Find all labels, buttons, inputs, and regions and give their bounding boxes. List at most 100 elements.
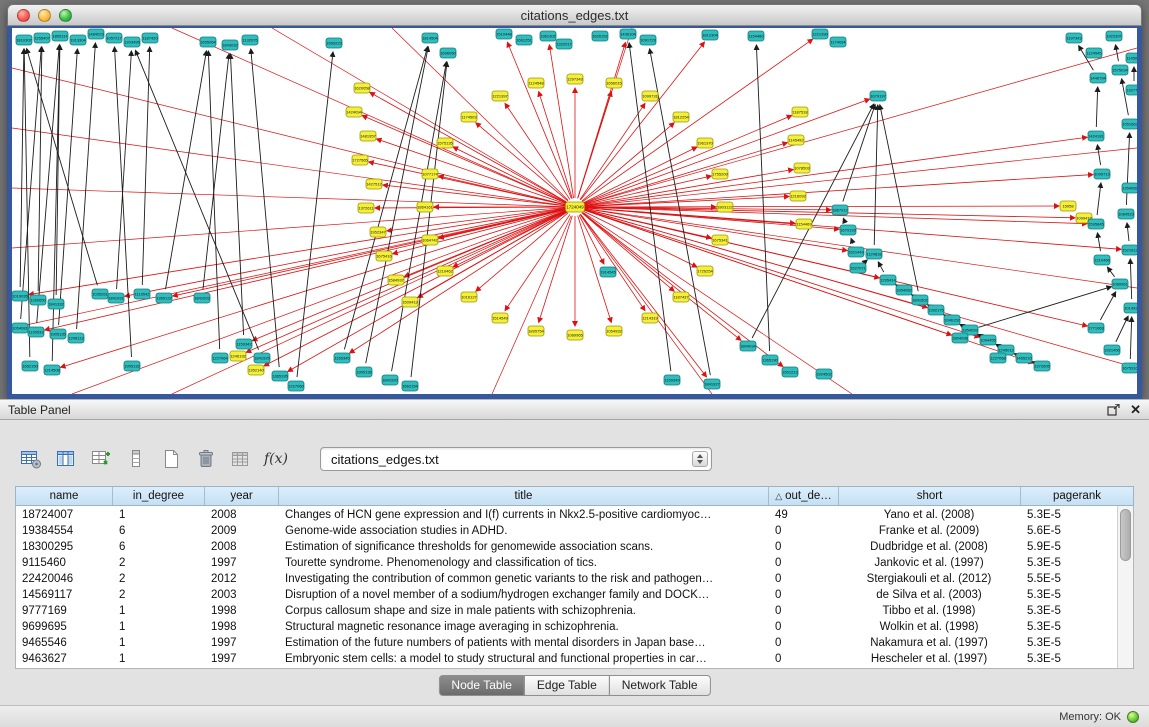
graph-node[interactable] <box>124 37 140 47</box>
graph-node[interactable] <box>272 371 288 381</box>
graph-node[interactable] <box>358 203 374 213</box>
column-icon[interactable] <box>123 446 149 472</box>
graph-node[interactable] <box>492 313 508 323</box>
graph-node[interactable] <box>48 299 64 309</box>
import-table-icon[interactable] <box>228 446 254 472</box>
graph-node[interactable] <box>712 169 728 179</box>
graph-node[interactable] <box>516 35 532 45</box>
graph-node[interactable] <box>1088 131 1104 141</box>
graph-node[interactable] <box>792 107 808 117</box>
graph-node[interactable] <box>142 33 158 43</box>
graph-node[interactable] <box>556 39 572 49</box>
graph-node[interactable] <box>980 335 996 345</box>
graph-node[interactable] <box>382 375 398 385</box>
graph-node[interactable] <box>1104 345 1120 355</box>
graph-node[interactable] <box>461 292 477 302</box>
graph-node[interactable] <box>832 205 848 215</box>
graph-node[interactable] <box>1094 169 1110 179</box>
graph-node[interactable] <box>437 138 453 148</box>
graph-node[interactable] <box>70 35 86 45</box>
table-row[interactable]: 946362711997Embryonic stem cells: a mode… <box>16 651 1117 667</box>
graph-node[interactable] <box>928 305 944 315</box>
graph-node[interactable] <box>952 333 968 343</box>
column-header-out_de[interactable]: △out_de… <box>769 487 839 505</box>
graph-node[interactable] <box>1088 219 1104 229</box>
float-window-icon[interactable] <box>1107 404 1120 416</box>
graph-node[interactable] <box>600 267 616 277</box>
graph-node[interactable] <box>194 293 210 303</box>
graph-node[interactable] <box>704 379 720 389</box>
graph-node[interactable] <box>717 202 733 212</box>
table-row[interactable]: 2242004622012Investigating the contribut… <box>16 571 1117 587</box>
graph-node[interactable] <box>16 35 32 45</box>
graph-node[interactable] <box>376 251 392 261</box>
graph-node[interactable] <box>12 323 28 333</box>
graph-node[interactable] <box>326 38 342 48</box>
graph-node[interactable] <box>748 31 764 41</box>
graph-node[interactable] <box>1124 303 1137 313</box>
graph-node[interactable] <box>422 235 438 245</box>
graph-node[interactable] <box>606 326 622 336</box>
graph-node[interactable] <box>990 353 1006 363</box>
table-row[interactable]: 977716911998Corpus callosum shape and si… <box>16 603 1117 619</box>
graph-node[interactable] <box>528 326 544 336</box>
graph-node[interactable] <box>673 112 689 122</box>
table-row[interactable]: 1456911722003Disruption of a novel membe… <box>16 587 1117 603</box>
new-file-icon[interactable] <box>158 446 184 472</box>
graph-node[interactable] <box>697 266 713 276</box>
graph-node[interactable] <box>388 275 404 285</box>
graph-node[interactable] <box>108 293 124 303</box>
graph-node[interactable] <box>528 78 544 88</box>
graph-node[interactable] <box>370 227 386 237</box>
graph-node[interactable] <box>848 247 864 257</box>
graph-node[interactable] <box>440 48 456 58</box>
graph-node[interactable] <box>697 138 713 148</box>
column-header-title[interactable]: title <box>279 487 769 505</box>
graph-node[interactable] <box>402 381 418 391</box>
graph-node[interactable] <box>1118 209 1134 219</box>
graph-node[interactable] <box>1126 53 1137 63</box>
graph-node[interactable] <box>1122 119 1137 129</box>
graph-node[interactable] <box>1086 48 1102 58</box>
graph-node[interactable] <box>1060 201 1076 211</box>
close-panel-icon[interactable]: ✕ <box>1130 403 1141 416</box>
graph-node[interactable] <box>236 339 252 349</box>
graph-node[interactable] <box>124 361 140 371</box>
graph-node[interactable] <box>334 353 350 363</box>
graph-node[interactable] <box>592 31 608 41</box>
graph-node[interactable] <box>1112 279 1128 289</box>
graph-node[interactable] <box>1126 85 1137 95</box>
table-settings-icon[interactable] <box>18 446 44 472</box>
graph-node[interactable] <box>866 249 882 259</box>
table-row[interactable]: 969969511998Structural magnetic resonanc… <box>16 619 1117 635</box>
graph-node[interactable] <box>422 33 438 43</box>
graph-node[interactable] <box>640 35 656 45</box>
graph-node[interactable] <box>254 353 270 363</box>
graph-node[interactable] <box>417 202 433 212</box>
graph-node[interactable] <box>402 297 418 307</box>
graph-node[interactable] <box>352 155 368 165</box>
graph-node[interactable] <box>1090 73 1106 83</box>
graph-node[interactable] <box>88 29 104 39</box>
scrollbar-thumb[interactable] <box>1120 509 1131 561</box>
graph-node[interactable] <box>567 74 583 84</box>
edit-table-icon[interactable] <box>88 446 114 472</box>
chevron-updown-icon[interactable] <box>692 451 708 467</box>
graph-node[interactable] <box>1034 361 1050 371</box>
graph-node[interactable] <box>642 313 658 323</box>
graph-node[interactable] <box>740 341 756 351</box>
graph-node[interactable] <box>1112 65 1128 75</box>
graph-node[interactable] <box>702 30 718 40</box>
graph-node[interactable] <box>461 112 477 122</box>
table-row[interactable]: 946554611997Estimation of the future num… <box>16 635 1117 651</box>
graph-node[interactable] <box>796 219 812 229</box>
column-header-pagerank[interactable]: pagerank <box>1021 487 1133 505</box>
graph-node[interactable] <box>1122 183 1137 193</box>
graph-node[interactable] <box>106 33 122 43</box>
graph-node[interactable] <box>762 355 778 365</box>
table-row[interactable]: 1938455462009Genome-wide association stu… <box>16 523 1117 539</box>
graph-node[interactable] <box>1016 353 1032 363</box>
graph-node[interactable] <box>1122 363 1137 373</box>
graph-node[interactable] <box>92 289 108 299</box>
graph-node[interactable] <box>346 107 362 117</box>
